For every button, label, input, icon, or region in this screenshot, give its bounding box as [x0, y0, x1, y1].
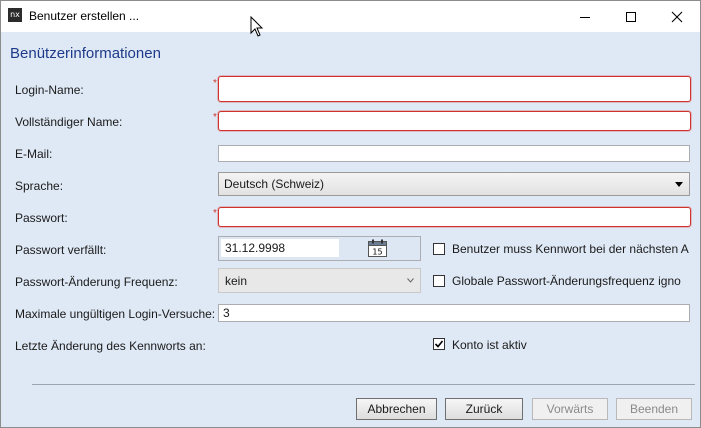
app-icon: nx: [8, 8, 22, 22]
password-label: Passwort:: [15, 211, 68, 225]
max-invalid-logins-label: Maximale ungültigen Login-Versuche:: [15, 307, 216, 321]
account-active-label: Konto ist aktiv: [452, 338, 527, 352]
login-name-input[interactable]: [218, 76, 691, 102]
dialog-window: nx Benutzer erstellen ... Benützerinform…: [0, 0, 701, 428]
finish-button[interactable]: Beenden: [616, 398, 692, 420]
full-name-label: Vollständiger Name:: [15, 115, 123, 129]
login-name-label: Login-Name:: [15, 83, 84, 97]
ignore-global-frequency-checkbox[interactable]: [433, 275, 445, 287]
password-change-frequency-label: Passwort-Änderung Frequenz:: [15, 275, 178, 289]
account-active-checkbox[interactable]: [433, 338, 445, 350]
section-title: Benützerinformationen: [10, 45, 161, 62]
close-icon: [671, 11, 683, 22]
calendar-icon-day: 15: [372, 248, 382, 257]
language-select-value: Deutsch (Schweiz): [224, 177, 325, 191]
calendar-icon[interactable]: 15: [368, 239, 387, 257]
email-label: E-Mail:: [15, 147, 53, 161]
mouse-cursor-icon: [250, 16, 264, 37]
forward-button[interactable]: Vorwärts: [532, 398, 608, 420]
footer-divider: [32, 384, 695, 385]
password-input[interactable]: [218, 207, 691, 227]
must-change-password-label: Benutzer muss Kennwort bei der nächsten …: [452, 242, 689, 256]
max-invalid-logins-input[interactable]: [218, 304, 690, 322]
password-change-frequency-value: kein: [225, 273, 248, 288]
full-name-required-mark: *: [213, 112, 217, 123]
last-password-change-label: Letzte Änderung des Kennworts an:: [15, 339, 206, 353]
ignore-global-frequency-label: Globale Passwort-Änderungsfrequenz igno: [452, 274, 681, 288]
password-expires-label: Passwort verfällt:: [15, 243, 107, 257]
password-expires-datepicker[interactable]: 31.12.9998 15: [218, 236, 421, 261]
password-change-frequency-select[interactable]: kein: [218, 268, 421, 293]
cancel-button[interactable]: Abbrechen: [356, 398, 437, 420]
back-button[interactable]: Zurück: [445, 398, 523, 420]
chevron-down-icon: [407, 269, 414, 292]
checkmark-icon: [434, 340, 444, 348]
window-title: Benutzer erstellen ...: [29, 9, 140, 23]
maximize-icon: [626, 11, 636, 22]
must-change-password-checkbox[interactable]: [433, 243, 445, 255]
minimize-icon: [580, 16, 590, 18]
password-required-mark: *: [213, 208, 217, 219]
full-name-input[interactable]: [218, 111, 691, 131]
language-select[interactable]: Deutsch (Schweiz): [218, 172, 690, 196]
email-input[interactable]: [218, 145, 690, 162]
title-bar[interactable]: nx Benutzer erstellen ...: [1, 1, 700, 37]
minimize-button[interactable]: [562, 1, 608, 32]
dropdown-arrow-icon: [675, 173, 683, 195]
language-label: Sprache:: [15, 179, 64, 193]
close-button[interactable]: [654, 1, 700, 32]
password-expires-date-value[interactable]: 31.12.9998: [221, 239, 339, 257]
maximize-button[interactable]: [608, 1, 654, 32]
login-name-required-mark: *: [213, 78, 217, 89]
